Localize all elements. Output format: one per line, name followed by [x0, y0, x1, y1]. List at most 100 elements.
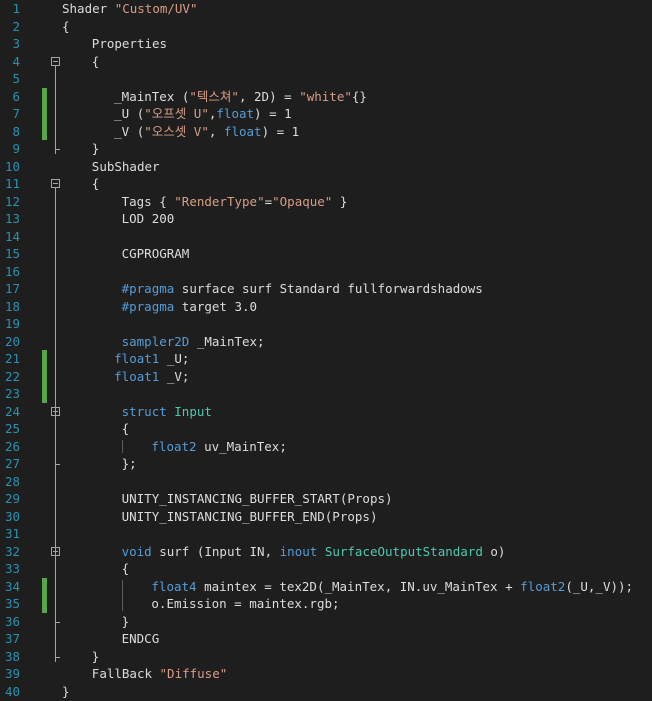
code-text: _MainTex ("텍스쳐", 2D) = "white"{}: [114, 88, 367, 106]
code-line[interactable]: 36}: [0, 613, 652, 631]
code-line[interactable]: 11 {: [0, 175, 652, 193]
code-text: {: [122, 420, 130, 438]
code-line[interactable]: 20 sampler2D _MainTex;: [0, 333, 652, 351]
code-line[interactable]: 3 Properties: [0, 35, 652, 53]
code-line[interactable]: 7 _U ("오프셋 U",float) = 1: [0, 105, 652, 123]
change-marker: [42, 87, 47, 105]
code-token: {: [121, 561, 130, 576]
code-line[interactable]: 12 Tags { "RenderType"="Opaque" }: [0, 193, 652, 211]
code-line[interactable]: 26 float2 uv_MainTex;: [0, 438, 652, 456]
code-token: float: [216, 106, 255, 121]
code-line[interactable]: 16: [0, 263, 652, 281]
line-number: 24: [4, 403, 20, 419]
code-token: float1: [114, 351, 160, 366]
code-line[interactable]: 18 #pragma target 3.0: [0, 298, 652, 316]
code-text: ENDCG: [122, 630, 160, 648]
code-token: }: [121, 613, 130, 629]
code-text: float4 maintex = tex2D(_MainTex, IN.uv_M…: [151, 578, 633, 596]
code-token: inout: [279, 543, 318, 559]
collapse-icon[interactable]: [51, 56, 60, 66]
line-number: 36: [4, 613, 20, 629]
code-text: }: [92, 140, 100, 158]
line-number: 15: [4, 246, 20, 261]
code-token: #pragma: [121, 298, 175, 314]
collapse-icon[interactable]: [51, 179, 60, 188]
line-number: 6: [12, 88, 20, 104]
code-line[interactable]: 2{: [0, 18, 652, 36]
code-line[interactable]: 8 _V ("오스셋 V", float) = 1: [0, 122, 652, 140]
code-token: UNITY_INSTANCING_BUFFER_START(Props): [121, 491, 393, 506]
code-line[interactable]: 25 {: [0, 420, 652, 438]
code-token: =: [264, 193, 273, 209]
code-line[interactable]: 17 #pragma surface surf Standard fullforw…: [0, 280, 652, 298]
code-text: sampler2D _MainTex;: [122, 333, 265, 351]
code-line[interactable]: 23: [0, 385, 652, 403]
line-number: 38: [4, 648, 20, 664]
code-token: };: [121, 456, 137, 471]
code-line[interactable]: 13 LOD 200: [0, 210, 652, 228]
code-line[interactable]: 6 _MainTex ("텍스쳐", 2D) = "white"{}: [0, 87, 652, 106]
code-line[interactable]: 19: [0, 315, 652, 333]
code-line[interactable]: 32 void surf (Input IN, inout SurfaceOutp…: [0, 543, 652, 561]
change-marker: [42, 385, 47, 403]
code-text: }: [92, 648, 100, 666]
code-line[interactable]: 24 struct Input: [0, 403, 652, 421]
code-line[interactable]: 38}: [0, 648, 652, 666]
code-token: ENDCG: [121, 631, 160, 646]
code-text: o.Emission = maintex.rgb;: [151, 595, 339, 613]
line-number: 32: [4, 543, 20, 559]
code-text: };: [122, 455, 137, 473]
code-text: }: [62, 683, 70, 701]
code-line[interactable]: 27};: [0, 455, 652, 473]
line-number: 31: [4, 526, 20, 541]
code-token: _V (: [114, 123, 145, 139]
line-number: 11: [4, 176, 20, 191]
code-token: (_U,_V));: [565, 578, 634, 594]
code-editor[interactable]: 1 Shader "Custom/UV" 2{3 Properties 4{5 6 _Mai…: [0, 0, 652, 701]
code-line[interactable]: 30 UNITY_INSTANCING_BUFFER_END(Props): [0, 508, 652, 526]
line-number: 14: [4, 228, 20, 244]
code-text: Tags { "RenderType"="Opaque" }: [122, 193, 348, 211]
code-token: float1: [114, 368, 160, 384]
code-token: surf (Input IN,: [151, 543, 280, 559]
code-token: "Opaque": [272, 193, 333, 209]
code-line[interactable]: 9}: [0, 140, 652, 158]
line-number: 19: [4, 316, 20, 331]
code-line[interactable]: 14: [0, 228, 652, 246]
code-line[interactable]: 33 {: [0, 560, 652, 578]
code-line[interactable]: 37 ENDCG: [0, 630, 652, 648]
change-marker: [42, 105, 47, 123]
code-line[interactable]: 39 FallBack "Diffuse": [0, 665, 652, 683]
code-line[interactable]: 31: [0, 525, 652, 543]
code-token: Input: [174, 403, 212, 419]
code-line[interactable]: 34 float4 maintex = tex2D(_MainTex, IN.uv…: [0, 577, 652, 596]
change-marker: [42, 595, 47, 613]
code-token: sampler2D: [121, 333, 190, 349]
code-token: _U (: [114, 106, 145, 121]
code-token: uv_MainTex;: [196, 438, 287, 454]
fold-end: [55, 656, 60, 658]
code-line[interactable]: 4{: [0, 53, 652, 71]
code-token: {: [62, 18, 70, 34]
code-line[interactable]: 5: [0, 70, 652, 88]
code-line[interactable]: 10 SubShader: [0, 158, 652, 176]
code-token: }: [91, 648, 100, 664]
line-number: 27: [4, 456, 20, 471]
code-text: }: [122, 613, 130, 631]
code-line[interactable]: 1 Shader "Custom/UV": [0, 0, 652, 18]
code-line[interactable]: 40}: [0, 683, 652, 701]
code-line[interactable]: 35 o.Emission = maintex.rgb;: [0, 595, 652, 613]
line-number: 28: [4, 473, 20, 489]
code-token: Shader: [62, 1, 115, 16]
code-line[interactable]: 22 float1 _V;: [0, 367, 652, 385]
line-number: 18: [4, 298, 20, 314]
line-number: 22: [4, 368, 20, 384]
code-token: float4: [151, 578, 197, 594]
code-line[interactable]: 15 CGPROGRAM: [0, 245, 652, 263]
code-token: float: [223, 123, 262, 139]
code-line[interactable]: 29 UNITY_INSTANCING_BUFFER_START(Props): [0, 490, 652, 508]
line-number: 9: [12, 141, 20, 156]
code-line[interactable]: 28: [0, 473, 652, 491]
code-line[interactable]: 21 float1 _U;: [0, 350, 652, 368]
